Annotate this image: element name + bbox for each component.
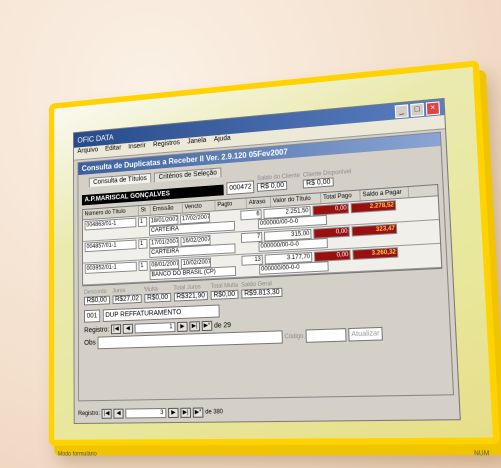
titulo-pago: 0,00 xyxy=(313,249,351,262)
saldo-geral-group: Saldo Geral R$9.813,30 xyxy=(241,281,283,300)
inner-record-total: de 29 xyxy=(214,321,232,330)
codigo-label: Código xyxy=(284,333,304,340)
desconto-value: R$0,00 xyxy=(84,295,110,306)
status-right: NUM xyxy=(473,450,490,458)
multa-group: Multa R$0,00 xyxy=(144,286,171,304)
juros-group: Juros R$27,02 xyxy=(112,287,142,305)
saldo-geral-value: R$9.813,30 xyxy=(241,287,283,299)
new-record-icon[interactable]: ▶* xyxy=(201,320,213,332)
multa-value: R$0,00 xyxy=(144,292,171,303)
first-record-icon[interactable]: |◀ xyxy=(101,408,112,419)
prev-record-icon[interactable]: ◀ xyxy=(113,408,124,419)
obs-label: Obs xyxy=(84,339,96,347)
background: OFIC DATA _ □ × Arquivo Editar Inserir R… xyxy=(0,0,501,468)
monitor-frame: OFIC DATA _ □ × Arquivo Editar Inserir R… xyxy=(48,60,501,458)
app-window: OFIC DATA _ □ × Arquivo Editar Inserir R… xyxy=(73,97,461,425)
titulo-status[interactable]: 1 xyxy=(138,238,148,250)
close-button[interactable]: × xyxy=(425,100,441,116)
last-record-icon[interactable]: ▶| xyxy=(189,321,200,332)
outer-nav-label: Registro: xyxy=(78,410,100,418)
outer-record-total: de 380 xyxy=(205,409,224,416)
client-code-field[interactable]: 000472 xyxy=(226,180,255,196)
juros-value: R$27,02 xyxy=(112,294,142,305)
menu-ajuda[interactable]: Ajuda xyxy=(214,135,231,147)
total-juros-group: Total Juros R$321,90 xyxy=(173,284,208,302)
titulo-status[interactable]: 1 xyxy=(138,216,148,228)
total-multa-value: R$0,00 xyxy=(210,289,239,300)
outer-record-nav: Registro: |◀ ◀ 3 ▶ ▶| ▶* de 380 xyxy=(78,404,455,419)
status-bar: Modo formulário NUM xyxy=(54,451,494,458)
titulo-status[interactable]: 1 xyxy=(138,260,148,272)
last-record-icon[interactable]: ▶| xyxy=(180,407,192,418)
menu-arquivo[interactable]: Arquivo xyxy=(77,147,98,159)
col-atraso: Atraso xyxy=(246,196,272,209)
titulo-pago: 0,00 xyxy=(313,226,350,239)
desconto-group: Desconto R$0,00 xyxy=(84,289,110,306)
menu-editar[interactable]: Editar xyxy=(105,145,121,157)
total-juros-value: R$321,90 xyxy=(173,291,208,302)
first-record-icon[interactable]: |◀ xyxy=(111,324,122,335)
inner-nav-label: Registro: xyxy=(84,326,110,334)
outer-record-number[interactable]: 3 xyxy=(125,408,167,419)
maximize-button[interactable]: □ xyxy=(410,102,425,117)
menu-janela[interactable]: Janela xyxy=(187,137,206,149)
atualizar-button[interactable]: Atualizar xyxy=(347,326,384,342)
codigo-field[interactable] xyxy=(305,328,347,343)
total-multa-group: Total Multa R$0,00 xyxy=(210,283,238,301)
saldo-cliente-value: R$ 0,00 xyxy=(257,180,288,192)
menu-inserir[interactable]: Inserir xyxy=(128,142,146,154)
titulo-extra[interactable]: 000000/00-0-0 xyxy=(259,261,329,275)
next-record-icon[interactable]: ▶ xyxy=(177,321,188,332)
disponivel-group: Cliente Disponível R$ 0,00 xyxy=(303,169,352,189)
saldo-cliente-group: Saldo do Cliente R$ 0,00 xyxy=(257,173,300,193)
menu-registros[interactable]: Registros xyxy=(153,139,180,152)
new-record-icon[interactable]: ▶* xyxy=(192,407,204,418)
next-record-icon[interactable]: ▶ xyxy=(168,407,179,419)
form-window: Consulta de Duplicatas a Receber II Ver.… xyxy=(77,131,455,402)
minimize-button[interactable]: _ xyxy=(394,103,409,118)
portador-code[interactable]: 001 xyxy=(84,309,100,323)
disponivel-value: R$ 0,00 xyxy=(303,177,334,189)
col-st: St xyxy=(138,205,151,216)
prev-record-icon[interactable]: ◀ xyxy=(122,323,133,334)
status-left: Modo formulário xyxy=(57,451,97,458)
inner-record-number[interactable]: 1 xyxy=(134,322,176,334)
